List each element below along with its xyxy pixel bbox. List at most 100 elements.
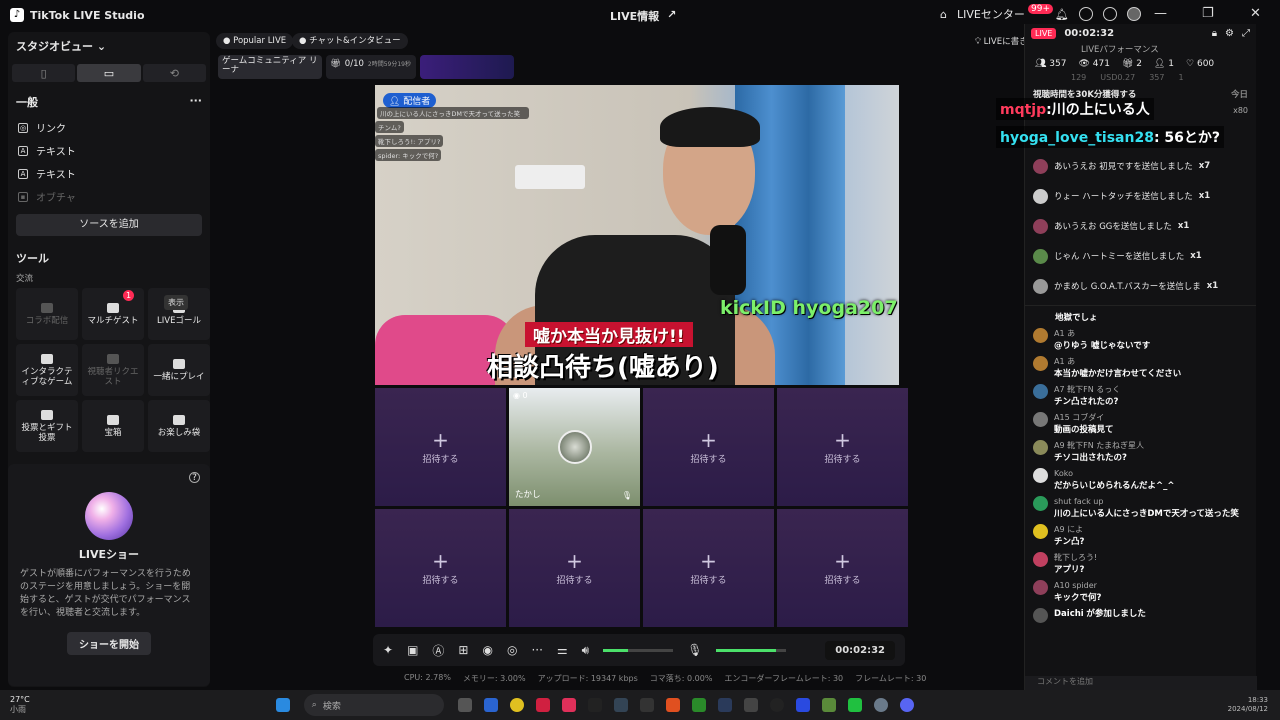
app-icon[interactable]	[613, 698, 628, 712]
taskbar-search[interactable]: ⌕ 検索	[303, 694, 444, 716]
tooltip: 表示	[164, 295, 188, 310]
camera-icon[interactable]: ◎	[507, 643, 517, 657]
event-banner[interactable]	[420, 55, 514, 79]
rotate-layout-button[interactable]: ⟲	[142, 64, 206, 82]
windows-start-icon[interactable]	[275, 698, 290, 712]
more-icon[interactable]: ···	[531, 643, 542, 657]
add-source-button[interactable]: ソースを追加	[16, 214, 202, 236]
poll-tool[interactable]: 投票とギフト 投票	[16, 400, 78, 452]
help-icon[interactable]: ?	[189, 472, 200, 483]
mic-volume-slider[interactable]	[716, 648, 787, 652]
lock-icon[interactable]: 🔒︎	[1212, 28, 1217, 39]
task-view-icon[interactable]	[457, 698, 472, 712]
close-button[interactable]: ✕	[1250, 6, 1261, 21]
search-icon: ⌕	[311, 700, 317, 710]
start-show-button[interactable]: ショーを開始	[67, 632, 151, 655]
add-scene-icon[interactable]: ⊞	[458, 643, 468, 657]
invite-slot[interactable]: + 招待する	[643, 388, 774, 506]
invite-slot[interactable]: + 招待する	[375, 509, 506, 627]
settings-icon[interactable]	[1102, 7, 1117, 21]
invite-slot[interactable]: + 招待する	[375, 388, 506, 506]
comment: A7 靴下FN るっく チン凸されたの?	[1025, 382, 1256, 410]
invite-slot[interactable]: + 招待する	[509, 509, 640, 627]
minecraft-icon[interactable]	[821, 698, 836, 712]
treasure-tool[interactable]: 宝箱	[82, 400, 144, 452]
multi-guest-tool[interactable]: 1 マルチゲスト	[82, 288, 144, 340]
ai-icon[interactable]: Ⓐ	[432, 642, 444, 659]
brave-icon[interactable]	[665, 698, 680, 712]
app-icon[interactable]	[639, 698, 654, 712]
invite-slot[interactable]: + 招待する	[643, 509, 774, 627]
game-community-card[interactable]: ゲームコミュニティア リーナ	[218, 55, 322, 79]
guest-slot[interactable]: ◉ 0 たかし 🎙︎	[509, 388, 640, 506]
comment: 靴下しろう! アプリ?	[1025, 550, 1256, 578]
tiktok-icon: ♪	[10, 8, 24, 22]
record-icon[interactable]: ◉	[482, 643, 492, 657]
source-text-1[interactable]: A テキスト	[8, 139, 210, 162]
minimize-button[interactable]: —	[1154, 6, 1167, 21]
home-icon[interactable]: ⌂	[940, 8, 947, 21]
chrome-icon[interactable]	[509, 698, 524, 712]
mic-icon[interactable]: 🎙︎	[687, 643, 702, 657]
app-icon[interactable]	[587, 698, 602, 712]
comment: 地獄でしょ	[1055, 313, 1098, 323]
app-icon[interactable]	[691, 698, 706, 712]
live-info-title[interactable]: LIVE情報 ↗	[610, 8, 676, 24]
plus-icon: +	[432, 427, 449, 452]
interactive-game-tool[interactable]: インタラクテ ィブなゲーム	[16, 344, 78, 396]
weather-widget[interactable]: 27°C 小雨	[10, 695, 30, 715]
magic-icon[interactable]: ✦	[383, 643, 393, 657]
invite-slot[interactable]: + 招待する	[777, 509, 908, 627]
general-section[interactable]: 一般 ···	[8, 88, 210, 116]
bell-icon[interactable]: 🔔︎	[1055, 8, 1069, 21]
steam-icon[interactable]	[717, 698, 732, 712]
maximize-button[interactable]: ❐	[1202, 6, 1214, 21]
obs-icon[interactable]	[769, 698, 784, 712]
main-caption: 相談凸待ち(嘘あり)	[487, 353, 719, 383]
lucky-bag-tool[interactable]: お楽しみ袋	[148, 400, 210, 452]
app-icon[interactable]	[743, 698, 758, 712]
comment-list: 地獄でしょ A1 あ @りゆう 嘘じゃないです A1 あ本当か嘘かだけ言わせてくだ…	[1025, 305, 1256, 625]
avatar	[1033, 218, 1048, 234]
more-icon[interactable]: ···	[189, 94, 202, 110]
plus-icon: +	[700, 548, 717, 573]
screen-icon[interactable]: ▣	[407, 643, 418, 657]
help-icon[interactable]	[1078, 7, 1093, 21]
speaker-volume-slider[interactable]	[603, 648, 674, 652]
avatar[interactable]	[1126, 7, 1141, 21]
collab-tool[interactable]: コラボ配信	[16, 288, 78, 340]
avatar	[1033, 384, 1048, 399]
discord-icon[interactable]	[899, 698, 914, 712]
gift-icon: 🎁︎	[330, 59, 341, 69]
chat-interview-pill[interactable]: ● チャット&インタビュー	[292, 33, 408, 49]
app-icon[interactable]	[795, 698, 810, 712]
source-text-2[interactable]: A テキスト	[8, 162, 210, 185]
goal-progress-card[interactable]: 🎁︎ 0/10 2時間59分19秒	[326, 55, 416, 79]
tiktok-icon[interactable]	[561, 698, 576, 712]
app-icon[interactable]	[483, 698, 498, 712]
studio-view-dropdown[interactable]: スタジオビュー ⌄	[8, 32, 210, 60]
comment-input[interactable]: コメントを追加	[1025, 676, 1257, 690]
comment: Daichi が参加しました	[1025, 606, 1256, 625]
gear-icon[interactable]: ⚙	[1225, 28, 1234, 39]
live-center-link[interactable]: LIVEセンター	[957, 6, 1025, 22]
speaker-icon[interactable]: 🔊︎	[582, 643, 590, 658]
play-together-tool[interactable]: 一緒にプレイ	[148, 344, 210, 396]
video-preview[interactable]: 👤︎ 配信者 川の上にいる人にさっきDMで天才って送った笑 チンム? 靴下しろう…	[375, 85, 899, 385]
landscape-layout-button[interactable]: ▭	[77, 64, 141, 82]
gifts-stat: 🎁︎ 2	[1121, 59, 1142, 69]
source-link[interactable]: ◎ リンク	[8, 116, 210, 139]
app-logo: ♪ TikTok LIVE Studio	[10, 8, 145, 22]
source-other[interactable]: ▪ オブチャ	[8, 185, 210, 208]
mixer-icon[interactable]: ⚌	[557, 643, 568, 657]
system-clock[interactable]: 18:33 2024/08/12	[1228, 696, 1268, 714]
popular-live-pill[interactable]: ● Popular LIVE	[216, 33, 294, 49]
viewer-request-tool[interactable]: 視聴者リクエ スト	[82, 344, 144, 396]
line-icon[interactable]	[847, 698, 862, 712]
settings-app-icon[interactable]	[873, 698, 888, 712]
app-icon[interactable]	[535, 698, 550, 712]
invite-slot[interactable]: + 招待する	[777, 388, 908, 506]
expand-icon[interactable]: ⤢	[1242, 28, 1250, 39]
live-time: 00:02:32	[1064, 28, 1115, 39]
portrait-layout-button[interactable]: ▯	[12, 64, 76, 82]
